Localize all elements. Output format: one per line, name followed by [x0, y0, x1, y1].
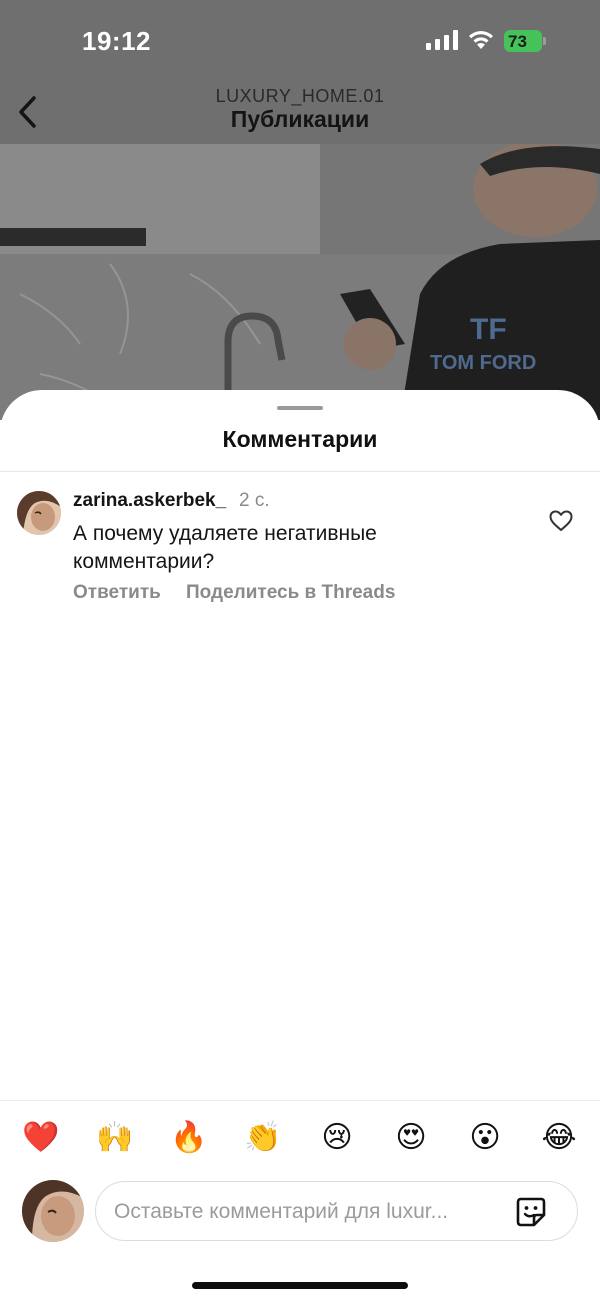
- divider: [0, 471, 600, 472]
- page-title: Публикации: [230, 106, 370, 132]
- home-indicator: [192, 1282, 408, 1289]
- comment-item: zarina.askerbek_ 2 с. А почему удаляете …: [0, 482, 600, 612]
- cellular-signal-icon: [426, 30, 458, 50]
- sheet-grabber[interactable]: [277, 406, 323, 410]
- avatar: [22, 1180, 84, 1242]
- reaction-crying[interactable]: 😢: [317, 1118, 357, 1158]
- reaction-clap[interactable]: 👏: [243, 1118, 283, 1158]
- quick-reactions: ❤️ 🙌 🔥 👏 😢 😍 😮 😂: [0, 1118, 600, 1162]
- sticker-icon[interactable]: [515, 1196, 547, 1228]
- heart-icon[interactable]: [549, 510, 573, 532]
- account-name: LUXURY_HOME.01: [215, 86, 385, 106]
- reaction-heart[interactable]: ❤️: [21, 1118, 61, 1158]
- svg-text:TOM FORD: TOM FORD: [430, 352, 536, 374]
- comment-input-box: [95, 1181, 578, 1241]
- reaction-raised-hands[interactable]: 🙌: [95, 1118, 135, 1158]
- divider: [0, 1100, 600, 1101]
- status-time: 19:12: [82, 26, 151, 56]
- status-bar: 19:12 73: [0, 0, 600, 80]
- reaction-fire[interactable]: 🔥: [169, 1118, 209, 1158]
- reaction-laughing[interactable]: 😂: [539, 1118, 579, 1158]
- top-nav: LUXURY_HOME.01 Публикации: [0, 80, 600, 144]
- avatar[interactable]: [17, 491, 61, 535]
- comment-time: 2 с.: [239, 490, 270, 511]
- wifi-icon: [469, 31, 493, 49]
- comment-input[interactable]: [114, 1190, 509, 1234]
- reaction-heart-eyes[interactable]: 😍: [391, 1118, 431, 1158]
- share-threads-button[interactable]: Поделитесь в Threads: [186, 582, 395, 604]
- comments-sheet: Комментарии zarina.askerbek_ 2 с. А поче…: [0, 390, 600, 1300]
- dimmed-background: 19:12 73 LUXURY_HOME.01 Публикации TF TO…: [0, 0, 600, 420]
- comment-text: А почему удаляете негативные комментарии…: [73, 522, 377, 573]
- battery-indicator: 73: [504, 30, 546, 52]
- reply-button[interactable]: Ответить: [73, 582, 161, 604]
- svg-text:TF: TF: [470, 313, 507, 346]
- comment-username[interactable]: zarina.askerbek_: [73, 490, 226, 512]
- post-photo: TF TOM FORD: [0, 144, 600, 420]
- battery-level: 73: [508, 32, 527, 51]
- sheet-title: Комментарии: [222, 426, 378, 452]
- comment-composer: [0, 1178, 600, 1244]
- reaction-surprised[interactable]: 😮: [465, 1118, 505, 1158]
